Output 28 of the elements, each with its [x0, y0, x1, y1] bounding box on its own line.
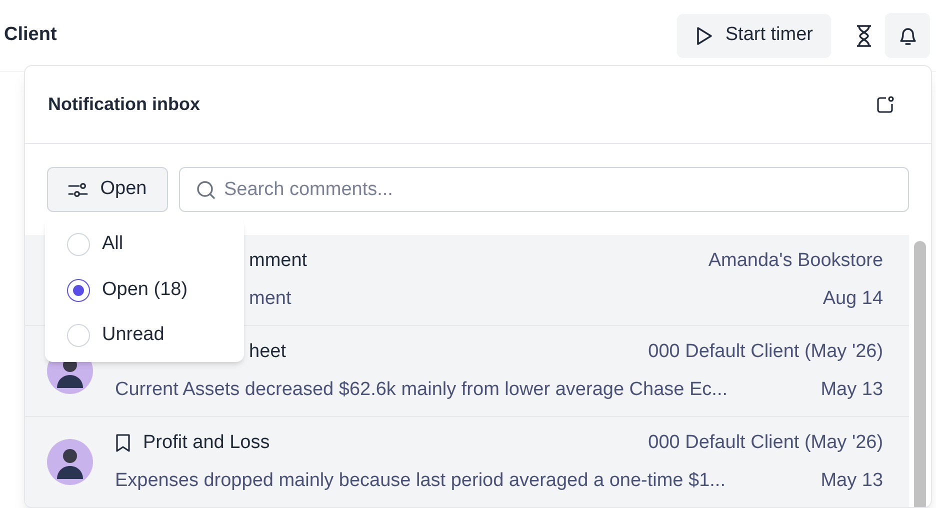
bell-icon — [898, 26, 918, 46]
notification-item[interactable]: Profit and Loss 000 Default Client (May '26) Expenses dropped mainly because last period averaged a one-time $1... May 13 — [25, 417, 910, 507]
item-title: mment — [249, 249, 308, 273]
sliders-icon — [68, 182, 88, 196]
panel-title: Notification inbox — [48, 93, 200, 116]
filter-option[interactable]: Open (18) — [67, 276, 217, 304]
play-icon — [695, 26, 714, 46]
item-preview: Current Assets decreased $62.6k mainly from lower average Chase Ec... — [115, 378, 728, 400]
compose-icon[interactable] — [875, 94, 895, 114]
client-name: 000 Default Client (May '26) — [648, 340, 884, 364]
start-timer-button[interactable]: Start timer — [677, 14, 831, 58]
item-preview: ment — [249, 288, 292, 308]
item-title: heet — [249, 340, 286, 364]
item-date: May 13 — [820, 468, 884, 492]
filter-button[interactable]: Open — [47, 167, 168, 212]
hourglass-icon[interactable] — [855, 24, 873, 46]
scrollbar[interactable] — [914, 241, 926, 507]
notifications-button[interactable] — [885, 13, 930, 58]
item-title: Profit and Loss — [143, 431, 270, 455]
item-date: Aug 14 — [822, 286, 884, 310]
radio-button[interactable] — [67, 278, 90, 302]
client-name: Amanda's Bookstore — [708, 249, 884, 273]
search-field[interactable]: Search comments... — [179, 167, 909, 212]
client-name: 000 Default Client (May '26) — [648, 431, 884, 455]
item-date: May 13 — [820, 378, 884, 402]
item-preview: Expenses dropped mainly because last period averaged a one-time $1... — [115, 470, 726, 490]
page-title: Client — [4, 23, 57, 48]
search-icon — [196, 180, 216, 200]
